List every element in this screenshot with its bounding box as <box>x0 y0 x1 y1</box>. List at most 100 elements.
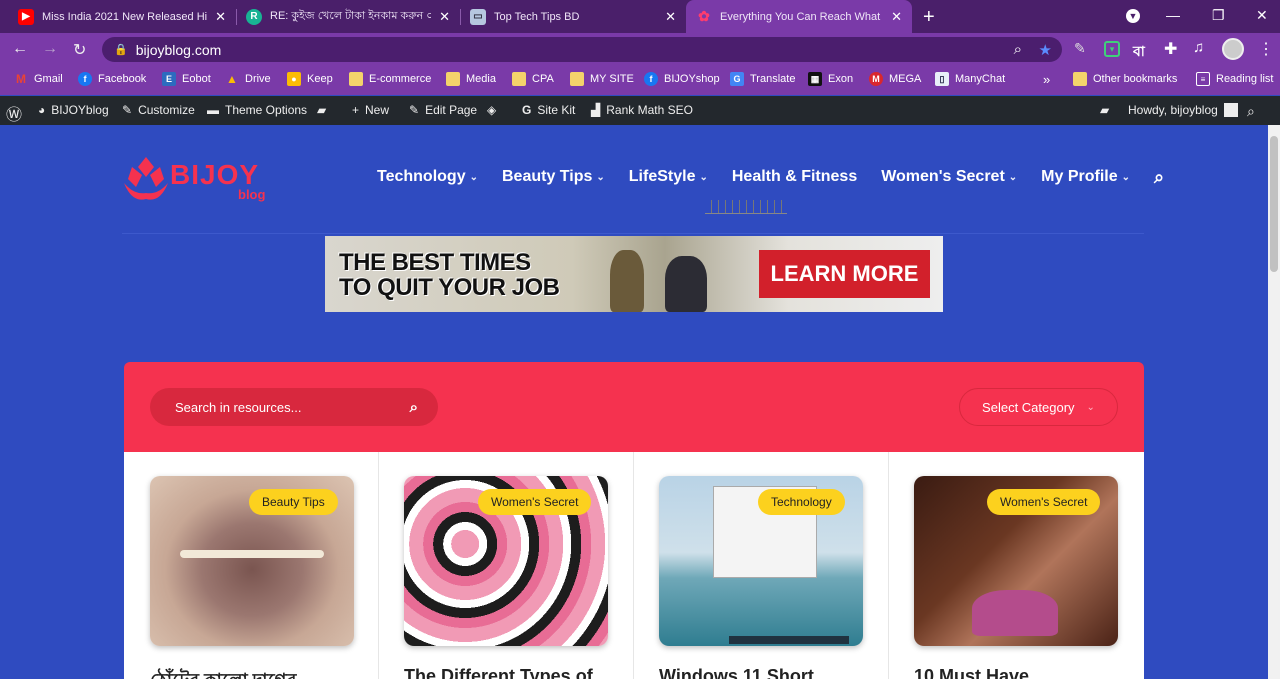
bookmark-facebook[interactable]: f Facebook <box>78 72 146 86</box>
notification-icon[interactable]: ▰ <box>1100 103 1109 117</box>
banner-ad[interactable]: THE BEST TIMES TO QUIT YOUR JOB LEARN MO… <box>325 236 943 312</box>
tab-1[interactable]: ▶ Miss India 2021 New Released Hindi ✕ <box>8 0 236 33</box>
wp-label: Theme Options <box>225 103 308 117</box>
select-category-dropdown[interactable]: Select Category ⌄ <box>959 388 1118 426</box>
bookmark-folder-media[interactable]: Media <box>446 72 496 86</box>
back-arrow-icon[interactable]: ← <box>12 40 28 58</box>
wordpress-logo-icon[interactable]: Ⓦ <box>6 101 22 125</box>
bangla-extension-icon[interactable]: বা <box>1133 40 1145 64</box>
wp-admin-bar: Ⓦ ◕ BIJOYblog ✎ Customize ▬ Theme Options ▰… <box>0 96 1280 214</box>
close-icon[interactable]: ✕ <box>891 9 902 25</box>
stats-sparkline <box>705 200 787 214</box>
post-title[interactable]: Windows 11 Short <box>659 666 814 679</box>
close-icon[interactable]: ✕ <box>215 9 226 25</box>
site-favicon-icon: ▭ <box>470 8 486 25</box>
bookmark-folder-cpa[interactable]: CPA <box>512 72 554 86</box>
eyedropper-icon[interactable]: ✎ <box>1074 40 1086 57</box>
nav-my-profile[interactable]: My Profile ⌄ <box>1041 166 1130 188</box>
search-placeholder: Search in resources... <box>175 399 302 415</box>
wp-rank-math[interactable]: ▟ Rank Math SEO <box>591 103 693 117</box>
bookmark-keep[interactable]: ● Keep <box>287 72 333 86</box>
tab-title: RE: কুইজ খেলে টাকা ইনকাম করুন ০ <box>270 10 432 22</box>
scrollbar-thumb[interactable] <box>1270 136 1278 272</box>
reload-icon[interactable]: ↻ <box>73 40 86 60</box>
bookmark-mega[interactable]: M MEGA <box>869 72 921 86</box>
wp-site-kit[interactable]: G Site Kit <box>522 103 575 117</box>
extension-shield-icon[interactable]: ▾ <box>1104 41 1120 57</box>
post-title[interactable]: 10 Must Have <box>914 666 1029 679</box>
bookmark-star-icon[interactable]: ★ <box>1039 41 1052 59</box>
bookmark-translate[interactable]: G Translate <box>730 72 795 86</box>
bookmark-eobot[interactable]: E Eobot <box>162 72 211 86</box>
bookmark-exon[interactable]: ▦ Exon <box>808 72 853 86</box>
chevron-down-icon: ⌄ <box>1008 171 1018 183</box>
nav-health-fitness[interactable]: Health & Fitness <box>732 166 857 188</box>
search-icon[interactable]: ⌕ <box>1154 166 1164 188</box>
minimize-icon[interactable]: — <box>1166 7 1180 23</box>
bookmark-label: MY SITE <box>590 73 634 85</box>
category-badge[interactable]: Women's Secret <box>478 489 592 515</box>
header-divider <box>122 233 1144 234</box>
bookmark-label: Gmail <box>34 73 63 85</box>
menu-dots-icon[interactable]: ⋮ <box>1258 39 1274 59</box>
tab-2[interactable]: R RE: কুইজ খেলে টাকা ইনকাম করুন ০ ✕ <box>236 0 460 33</box>
banner-headline: THE BEST TIMES TO QUIT YOUR JOB <box>339 250 560 300</box>
post-title[interactable]: ঠোঁটের কালো দাগের <box>150 666 296 679</box>
reading-list[interactable]: ≡ Reading list <box>1196 72 1273 86</box>
post-title[interactable]: The Different Types of <box>404 666 593 679</box>
search-icon[interactable]: ⌕ <box>1247 103 1255 120</box>
wp-theme-options[interactable]: ▬ Theme Options <box>207 103 307 117</box>
zoom-icon[interactable]: ⌕ <box>1014 41 1022 58</box>
bookmark-folder-mysite[interactable]: MY SITE <box>570 72 634 86</box>
wp-customize[interactable]: ✎ Customize <box>122 103 195 117</box>
youtube-icon: ▶ <box>18 8 34 25</box>
bookmark-manychat[interactable]: ▯ ManyChat <box>935 72 1005 86</box>
forward-arrow-icon[interactable]: → <box>42 40 58 58</box>
diamond-icon[interactable]: ◈ <box>487 103 496 117</box>
wp-label: Rank Math SEO <box>606 103 693 117</box>
bookmark-label: Drive <box>245 73 271 85</box>
new-tab-icon[interactable]: + <box>923 6 935 29</box>
google-g-icon: G <box>522 103 532 117</box>
restore-icon[interactable]: ❐ <box>1212 7 1225 24</box>
wp-site-name[interactable]: ◕ BIJOYblog <box>38 103 109 117</box>
bookmark-gmail[interactable]: M Gmail <box>14 72 63 86</box>
close-icon[interactable]: ✕ <box>665 9 676 25</box>
folder-icon <box>1073 72 1087 86</box>
wp-new[interactable]: + New <box>352 103 389 117</box>
profile-avatar[interactable] <box>1222 38 1244 60</box>
bookmark-folder-ecommerce[interactable]: E-commerce <box>349 72 431 86</box>
keep-icon: ● <box>287 72 301 86</box>
close-icon[interactable]: ✕ <box>439 9 450 25</box>
learn-more-button[interactable]: LEARN MORE <box>759 250 930 298</box>
bookmark-label: CPA <box>532 73 554 85</box>
facebook-icon: f <box>644 72 658 86</box>
nav-beauty-tips[interactable]: Beauty Tips ⌄ <box>502 166 605 188</box>
site-logo[interactable]: BIJOY blog <box>122 153 282 205</box>
close-window-icon[interactable]: ✕ <box>1256 7 1268 24</box>
resource-search-input[interactable]: Search in resources... ⌕ <box>150 388 438 426</box>
media-control-icon[interactable]: ♫ <box>1193 39 1204 56</box>
wp-edit-page[interactable]: ✎ Edit Page <box>409 103 477 117</box>
extensions-puzzle-icon[interactable]: ✚ <box>1164 39 1177 59</box>
nav-womens-secret[interactable]: Women's Secret ⌄ <box>881 166 1017 188</box>
category-badge[interactable]: Technology <box>758 489 845 515</box>
more-bookmarks[interactable]: » <box>1043 72 1050 87</box>
banner-person <box>665 256 707 312</box>
comments-icon[interactable]: ▰ <box>317 103 326 117</box>
pencil-icon: ✎ <box>409 103 420 117</box>
tab-3[interactable]: ▭ Top Tech Tips BD ✕ <box>460 0 686 33</box>
nav-technology[interactable]: Technology ⌄ <box>377 166 478 188</box>
bookmark-drive[interactable]: ▲ Drive <box>225 72 271 86</box>
other-bookmarks[interactable]: Other bookmarks <box>1073 72 1177 86</box>
category-badge[interactable]: Women's Secret <box>987 489 1101 515</box>
tab-4-active[interactable]: ✿ Everything You Can Reach What You ✕ <box>686 0 912 33</box>
category-badge[interactable]: Beauty Tips <box>249 489 338 515</box>
chevron-down-icon: ⌄ <box>1121 171 1131 183</box>
wp-howdy[interactable]: Howdy, bijoyblog <box>1128 103 1238 117</box>
tab-search-icon[interactable]: ▼ <box>1126 9 1140 23</box>
search-icon[interactable]: ⌕ <box>410 399 418 416</box>
bookmark-bijoyshop[interactable]: f BIJOYshop <box>644 72 720 86</box>
address-bar[interactable]: 🔒 bijoyblog.com ⌕ ★ <box>102 37 1062 62</box>
nav-lifestyle[interactable]: LifeStyle ⌄ <box>629 166 708 188</box>
